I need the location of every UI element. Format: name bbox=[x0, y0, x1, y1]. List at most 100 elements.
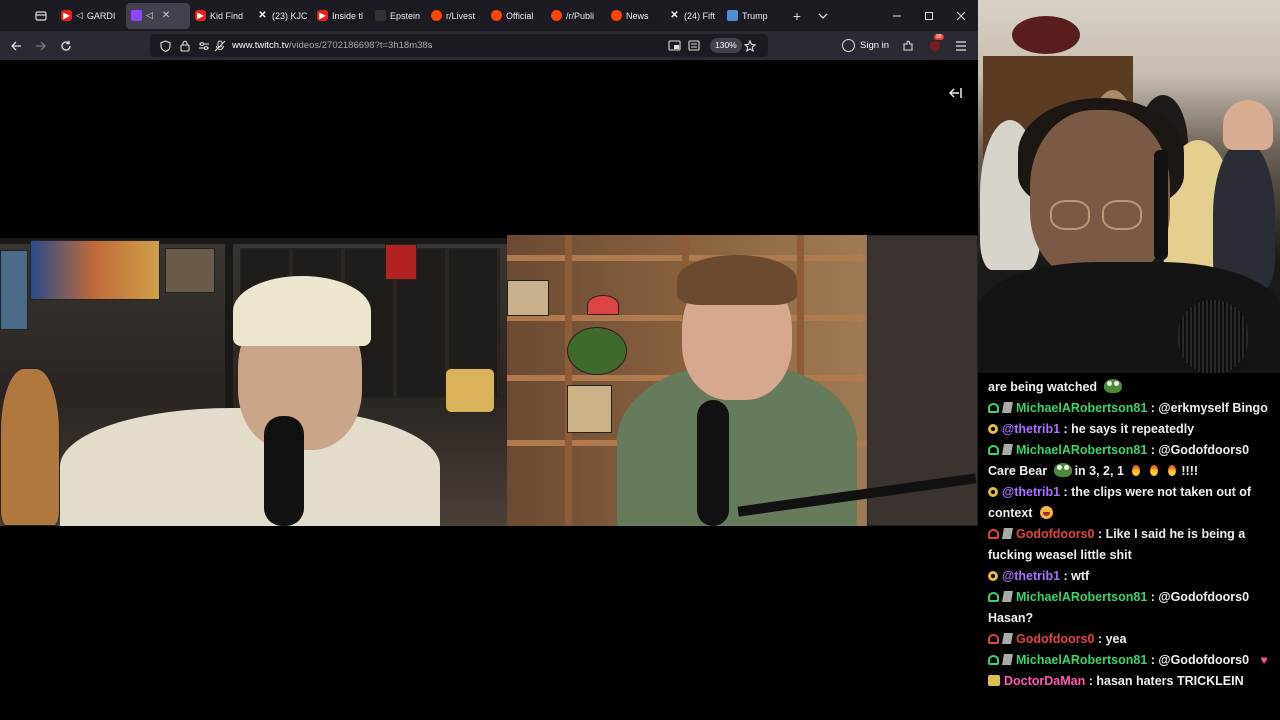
chat-message-text: wtf bbox=[1071, 569, 1090, 583]
browser-tab[interactable]: ▶ Inside tl bbox=[312, 3, 370, 29]
reader-view-icon[interactable] bbox=[688, 34, 700, 57]
tab-audio-icon[interactable]: ◁ bbox=[146, 10, 153, 21]
minimize-button[interactable] bbox=[881, 0, 913, 31]
permissions-icon[interactable] bbox=[198, 34, 210, 57]
chat-username[interactable]: DoctorDaMan bbox=[1004, 674, 1085, 688]
microphone-blocked-icon[interactable] bbox=[214, 34, 226, 57]
chat-message: are being watched bbox=[988, 377, 1272, 398]
tab-audio-icon[interactable]: ◁ bbox=[76, 10, 83, 21]
chat-separator: : bbox=[1147, 590, 1159, 604]
chat-message: DoctorDaMan : hasan haters TRICKLEIN bbox=[988, 671, 1272, 692]
tab-title: GARDI bbox=[86, 10, 116, 21]
fire-emoji-icon bbox=[1132, 465, 1141, 476]
tab-list-icon[interactable] bbox=[28, 3, 54, 29]
sub-badge-icon[interactable] bbox=[988, 571, 998, 581]
picture-in-picture-icon[interactable] bbox=[668, 34, 681, 57]
glasses-lens bbox=[1050, 200, 1090, 230]
headset bbox=[1154, 150, 1168, 260]
browser-tab[interactable]: Trump bbox=[722, 3, 784, 29]
close-window-button[interactable] bbox=[945, 0, 977, 31]
vip-badge-icon[interactable] bbox=[988, 403, 999, 413]
browser-tab[interactable]: Official bbox=[486, 3, 546, 29]
bookmark-star-icon[interactable] bbox=[744, 34, 756, 57]
vip-badge-icon[interactable] bbox=[988, 592, 999, 602]
chat-message: Godofdoors0 : Like I said he is being a … bbox=[988, 524, 1272, 566]
zoom-level-badge[interactable]: 130% bbox=[710, 38, 742, 53]
guest-camera-feed bbox=[507, 235, 978, 526]
guest-hair bbox=[677, 255, 797, 305]
reload-button[interactable] bbox=[53, 31, 79, 60]
chat-message: @thetrib1 : he says it repeatedly bbox=[988, 419, 1272, 440]
poster bbox=[165, 248, 215, 293]
sub-badge-icon[interactable] bbox=[988, 424, 998, 434]
navigation-toolbar: www.twitch.tv/videos/2702186698?t=3h18m3… bbox=[0, 31, 978, 60]
chat-username[interactable]: @thetrib1 bbox=[1002, 485, 1060, 499]
vip2-badge-icon[interactable] bbox=[988, 529, 999, 539]
tab-title: (23) KJC bbox=[272, 10, 307, 21]
vip2-badge-icon[interactable] bbox=[988, 634, 999, 644]
chat-username[interactable]: Godofdoors0 bbox=[1016, 632, 1094, 646]
browser-tab[interactable]: ▶ ◁ GARDI bbox=[56, 3, 126, 29]
pepe-emote-icon[interactable] bbox=[1053, 463, 1072, 477]
tracking-protection-icon[interactable] bbox=[160, 34, 171, 57]
prime-badge-icon[interactable] bbox=[1002, 654, 1013, 665]
browser-tab[interactable]: ✕ (24) Fift bbox=[664, 3, 722, 29]
chat-username[interactable]: MichaelARobertson81 bbox=[1016, 401, 1147, 415]
chat-separator: : bbox=[1094, 527, 1106, 541]
maximize-button[interactable] bbox=[913, 0, 945, 31]
lock-icon[interactable] bbox=[180, 34, 190, 57]
chat-message-text: hasan haters TRICKLEIN bbox=[1096, 674, 1244, 688]
prime-badge-icon[interactable] bbox=[1002, 444, 1013, 455]
prime-badge-icon[interactable] bbox=[1002, 633, 1013, 644]
extensions-icon[interactable] bbox=[895, 31, 921, 60]
poster bbox=[0, 250, 28, 330]
url-bar[interactable]: www.twitch.tv/videos/2702186698?t=3h18m3… bbox=[150, 34, 768, 57]
chat-separator: : bbox=[1060, 569, 1072, 583]
plant bbox=[567, 327, 627, 375]
hearts-emoji-icon: ♥ bbox=[1260, 653, 1268, 667]
streamer-face bbox=[1030, 110, 1170, 280]
cat bbox=[0, 368, 60, 526]
browser-tab[interactable]: ◁ ✕ bbox=[126, 2, 190, 29]
tab-title: Official bbox=[506, 10, 534, 21]
browser-tab[interactable]: /r/Publi bbox=[546, 3, 606, 29]
browser-tab[interactable]: News bbox=[606, 3, 664, 29]
new-tab-button[interactable]: + bbox=[784, 3, 810, 29]
expand-chat-icon[interactable] bbox=[944, 82, 966, 104]
url-host: www.twitch.tv bbox=[232, 40, 290, 51]
sign-in-button[interactable]: Sign in bbox=[842, 36, 889, 55]
chat-separator: : bbox=[1060, 422, 1072, 436]
chat-message: MichaelARobertson81 : @erkmyself Bingo bbox=[988, 398, 1272, 419]
sub-badge-icon[interactable] bbox=[988, 487, 998, 497]
browser-tab[interactable]: ✕ (23) KJC bbox=[252, 3, 312, 29]
chat-username[interactable]: Godofdoors0 bbox=[1016, 527, 1094, 541]
reddit-icon bbox=[491, 10, 502, 21]
video-player[interactable] bbox=[0, 60, 978, 720]
vip-badge-icon[interactable] bbox=[988, 445, 999, 455]
chat-username[interactable]: MichaelARobertson81 bbox=[1016, 590, 1147, 604]
prime-badge-icon[interactable] bbox=[1002, 591, 1013, 602]
close-tab-icon[interactable]: ✕ bbox=[162, 10, 170, 21]
browser-tab[interactable]: ▶ Kid Find bbox=[190, 3, 252, 29]
prime-badge-icon[interactable] bbox=[1002, 528, 1013, 539]
chat-username[interactable]: @thetrib1 bbox=[1002, 422, 1060, 436]
chat-log: are being watched MichaelARobertson81 : … bbox=[978, 373, 1280, 720]
news-icon bbox=[727, 10, 738, 21]
fire-emoji-icon bbox=[1168, 465, 1177, 476]
hamburger-menu-icon[interactable] bbox=[948, 31, 974, 60]
pepe-emote-icon[interactable] bbox=[1103, 379, 1122, 393]
chat-username[interactable]: MichaelARobertson81 bbox=[1016, 443, 1147, 457]
x-icon: ✕ bbox=[258, 10, 267, 21]
back-button[interactable] bbox=[3, 31, 29, 60]
chat-username[interactable]: MichaelARobertson81 bbox=[1016, 653, 1147, 667]
prime-badge-icon[interactable] bbox=[1002, 402, 1013, 413]
chevron-down-icon[interactable] bbox=[810, 3, 836, 29]
browser-tab[interactable]: Epstein bbox=[370, 3, 426, 29]
vip-badge-icon[interactable] bbox=[988, 655, 999, 665]
flag bbox=[385, 244, 417, 280]
ck-badge-icon[interactable] bbox=[988, 675, 1000, 686]
browser-tab[interactable]: r/Livest bbox=[426, 3, 486, 29]
url-text[interactable]: www.twitch.tv/videos/2702186698?t=3h18m3… bbox=[232, 34, 432, 57]
chat-username[interactable]: @thetrib1 bbox=[1002, 569, 1060, 583]
forward-button[interactable] bbox=[28, 31, 54, 60]
